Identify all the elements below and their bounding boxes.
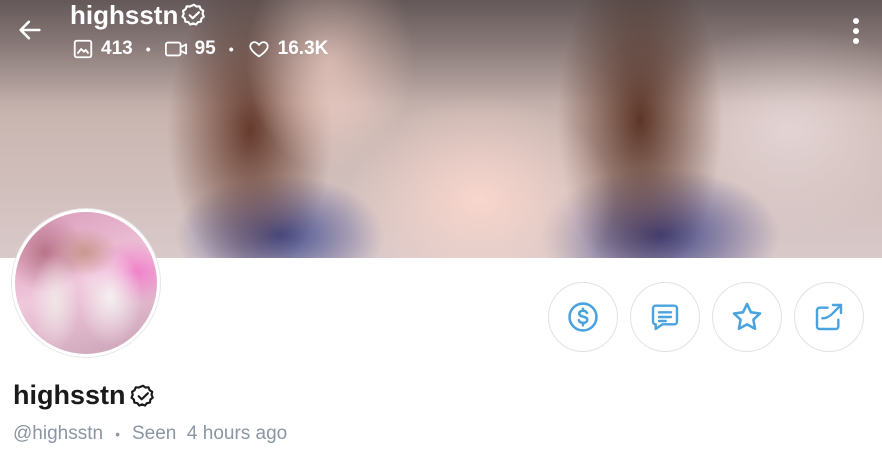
photos-stat[interactable]: 413 (72, 38, 133, 60)
top-bar: highsstn 413 • 95 • 16.3K (0, 0, 882, 70)
avatar[interactable] (12, 209, 160, 357)
dollar-circle-icon (568, 302, 598, 332)
likes-count: 16.3K (277, 38, 329, 59)
separator-dot: • (145, 41, 151, 57)
profile-actions (548, 282, 864, 352)
message-button[interactable] (630, 282, 700, 352)
profile-handle: @highsstn (13, 423, 104, 444)
heart-icon (249, 41, 269, 58)
separator-dot: • (115, 426, 120, 442)
back-button[interactable] (12, 12, 48, 48)
tip-button[interactable] (548, 282, 618, 352)
favorite-button[interactable] (712, 282, 782, 352)
star-icon (732, 302, 762, 331)
more-vertical-icon (853, 18, 859, 44)
separator-dot: • (228, 41, 234, 57)
share-icon (815, 303, 843, 331)
verified-badge-icon (129, 384, 154, 407)
image-icon (73, 39, 93, 59)
last-seen: Seen 4 hours ago (131, 423, 288, 444)
videos-stat[interactable]: 95 (164, 38, 216, 60)
share-button[interactable] (794, 282, 864, 352)
more-options-button[interactable] (846, 14, 866, 48)
header-stats: 413 • 95 • 16.3K (72, 38, 328, 60)
verified-badge-icon (181, 3, 206, 26)
photos-count: 413 (101, 38, 133, 59)
video-icon (164, 41, 187, 57)
display-name: highsstn (13, 380, 126, 410)
videos-count: 95 (194, 38, 216, 59)
likes-stat: 16.3K (247, 38, 329, 60)
header-username: highsstn (70, 0, 179, 30)
arrow-left-icon (19, 20, 41, 40)
profile-name: highsstn (13, 380, 156, 411)
profile-meta: @highsstn • Seen 4 hours ago (13, 423, 287, 445)
header-username-block: highsstn (70, 0, 207, 30)
message-icon (651, 304, 679, 331)
